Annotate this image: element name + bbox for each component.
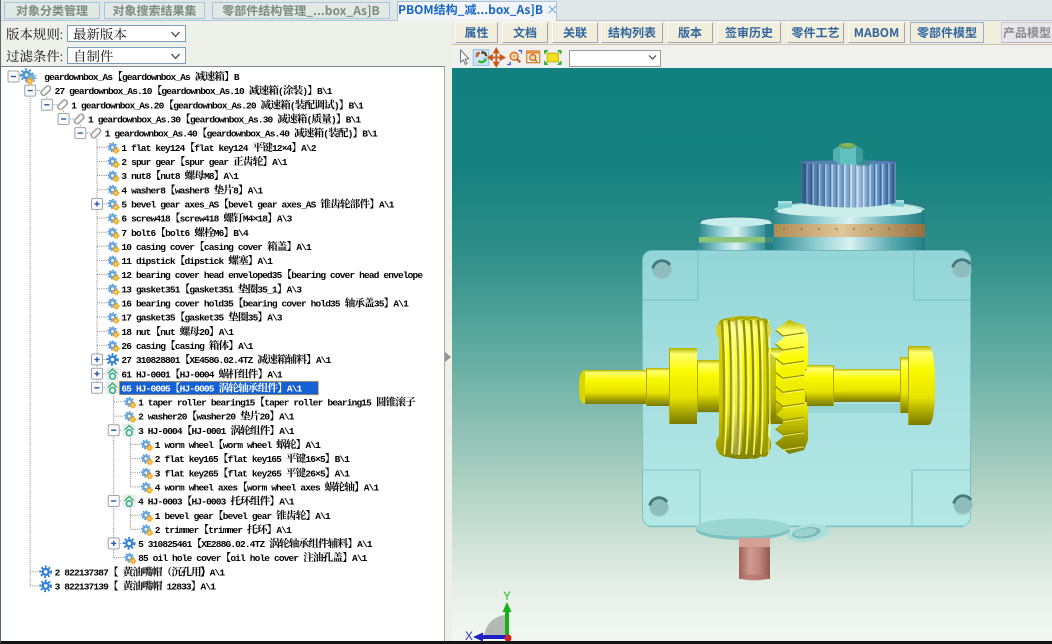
svg-text:3 HJ-0004【HJ-0001 涡轮组件】A\1: 3 HJ-0004【HJ-0001 涡轮组件】A\1 [138, 424, 295, 437]
svg-text:1 taper roller bearing15【taper: 1 taper roller bearing15【taper roller be… [138, 396, 416, 409]
svg-text:4 washer8【washer8 垫片8】A\1: 4 washer8【washer8 垫片8】A\1 [121, 183, 263, 196]
svg-text:6 screw418【screw418 螺钉M4×18】A\: 6 screw418【screw418 螺钉M4×18】A\3 [121, 212, 292, 225]
svg-text:geardownbox_As【geardownbox_As: geardownbox_As【geardownbox_As 减速箱】B [44, 70, 240, 83]
svg-text:4 worm wheel axes【worm wheel a: 4 worm wheel axes【worm wheel axes 蜗轮轴】A\… [155, 481, 380, 494]
svg-text:18 nut【nut 螺母20】A\1: 18 nut【nut 螺母20】A\1 [121, 325, 234, 338]
svg-text:2 spur gear【spur gear 正齿轮】A\1: 2 spur gear【spur gear 正齿轮】A\1 [121, 155, 287, 168]
svg-text:1 geardownbox_As.20【geardownbo: 1 geardownbox_As.20【geardownbox_As.20 减速… [71, 98, 364, 111]
svg-text:17 gasket35【gasket35 垫圈35】A\3: 17 gasket35【gasket35 垫圈35】A\3 [121, 311, 283, 324]
svg-text:26 casing【casing 箱体】A\1: 26 casing【casing 箱体】A\1 [121, 339, 253, 352]
svg-text:61 HJ-0001【HJ-0004 蜗杆组件】A\1: 61 HJ-0001【HJ-0004 蜗杆组件】A\1 [121, 367, 283, 380]
svg-text:1 bevel gear【bevel gear 锥齿轮】A\: 1 bevel gear【bevel gear 锥齿轮】A\1 [155, 509, 331, 522]
svg-text:5 310825461【XE288G.02.4TZ 涡轮轴承: 5 310825461【XE288G.02.4TZ 涡轮轴承组件辅料】A\1 [138, 537, 373, 550]
svg-text:13 gasket351【gasket351 垫圈35_1】: 13 gasket351【gasket351 垫圈35_1】A\3 [121, 282, 302, 295]
svg-text:5 bevel gear axes_AS【bevel gea: 5 bevel gear axes_AS【bevel gear axes_AS … [121, 198, 394, 211]
svg-text:2 flat key165【flat key165 平键16: 2 flat key165【flat key165 平键16×5】B\1 [155, 452, 350, 465]
svg-text:16 bearing cover hold35【bearin: 16 bearing cover hold35【bearing cover ho… [121, 297, 409, 310]
svg-text:Y: Y [503, 589, 511, 603]
svg-text:1 worm wheel【worm wheel 蜗轮】A\1: 1 worm wheel【worm wheel 蜗轮】A\1 [155, 438, 321, 451]
svg-text:85 oil hole cover【oil hole cov: 85 oil hole cover【oil hole cover 注油孔盖】A\… [138, 551, 368, 564]
svg-text:X: X [465, 629, 473, 641]
svg-text:2 washer20【washer20 垫片20】A\1: 2 washer20【washer20 垫片20】A\1 [138, 410, 295, 423]
svg-text:11 dipstick【dipstick 螺塞】A\1: 11 dipstick【dipstick 螺塞】A\1 [121, 254, 273, 267]
svg-text:27 geardownbox_As.10【geardownb: 27 geardownbox_As.10【geardownbox_As.10 减… [55, 84, 333, 97]
svg-text:7 bolt6【bolt6 螺栓M6】B\4: 7 bolt6【bolt6 螺栓M6】B\4 [121, 226, 249, 239]
svg-text:1 geardownbox_As.30【geardownbo: 1 geardownbox_As.30【geardownbox_As.30 减速… [88, 113, 361, 126]
svg-text:1 flat key124【flat key124 平键12: 1 flat key124【flat key124 平键12×4】A\2 [121, 141, 316, 154]
svg-text:3 822137139【 黄油嘴帽 12833】A\1: 3 822137139【 黄油嘴帽 12833】A\1 [55, 580, 217, 593]
svg-text:2 trimmer【trimmer 托环】A\1: 2 trimmer【trimmer 托环】A\1 [155, 523, 292, 536]
svg-text:2 822137387【 黄油嘴帽（沉孔用）】A\1: 2 822137387【 黄油嘴帽（沉孔用）】A\1 [55, 565, 226, 578]
svg-text:4 HJ-0003【HJ-0003 托环组件】A\1: 4 HJ-0003【HJ-0003 托环组件】A\1 [138, 495, 295, 508]
svg-text:3 flat key265【flat key265 平键26: 3 flat key265【flat key265 平键26×5】A\1 [155, 466, 350, 479]
svg-text:27 310828801【XE458G.02.4TZ 减速箱: 27 310828801【XE458G.02.4TZ 减速箱辅料】A\1 [121, 353, 331, 366]
svg-text:12 bearing cover head envelope: 12 bearing cover head enveloped35【bearin… [121, 268, 423, 281]
svg-text:65 HJ-0005【HJ-0005 涡轮轴承组件】A\1: 65 HJ-0005【HJ-0005 涡轮轴承组件】A\1 [121, 381, 302, 394]
svg-text:10 casing cover【casing cover 箱: 10 casing cover【casing cover 箱盖】A\1 [121, 240, 312, 253]
svg-text:3 nut8【nut8 螺母M8】A\1: 3 nut8【nut8 螺母M8】A\1 [121, 169, 239, 182]
svg-text:1 geardownbox_As.40【geardownbo: 1 geardownbox_As.40【geardownbox_As.40 减速… [105, 127, 378, 140]
